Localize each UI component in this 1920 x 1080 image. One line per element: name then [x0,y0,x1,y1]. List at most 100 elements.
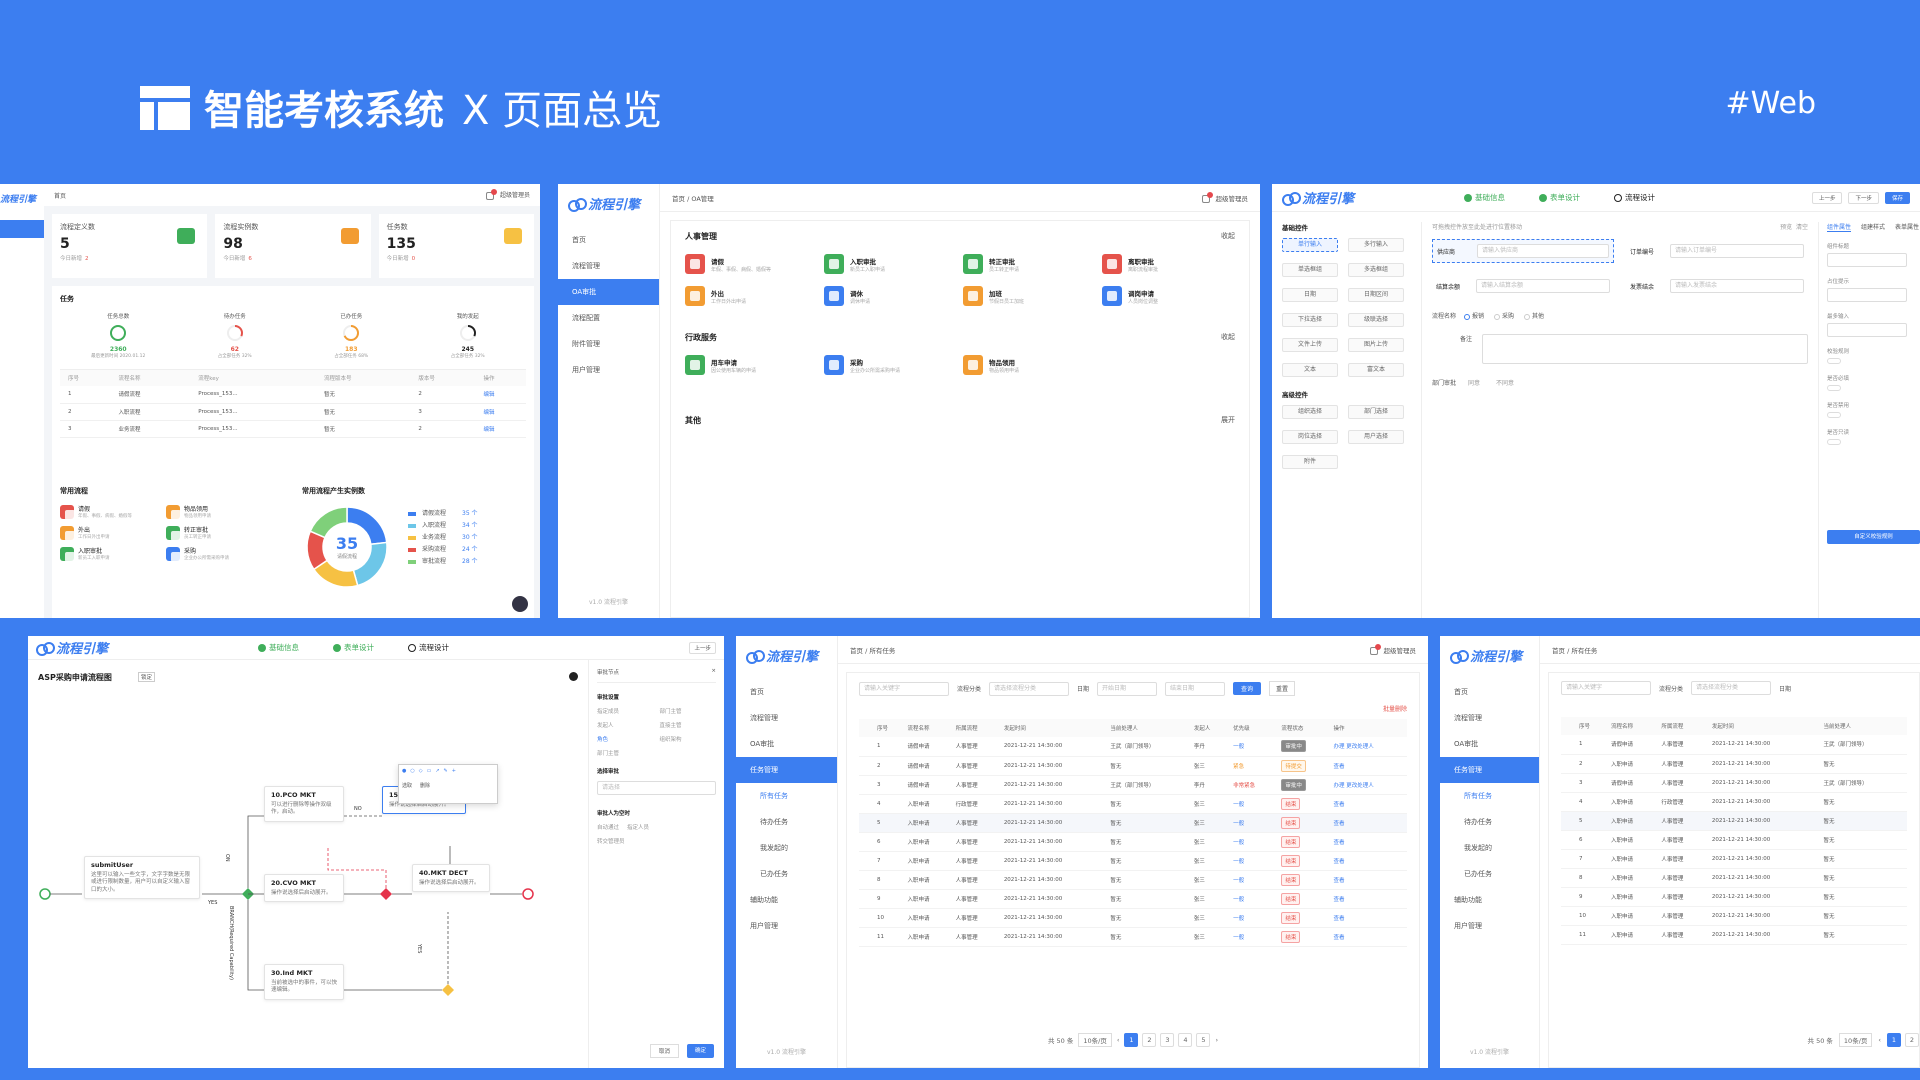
sidebar-item[interactable]: 用户管理 [558,357,659,383]
oa-app-item[interactable]: 用车申请 因公使用车辆的申请 [685,355,818,375]
common-process-item[interactable]: 请假 年假、事假、病假、婚假等 [60,504,160,520]
row-checkbox[interactable] [1561,792,1575,811]
end-date-input[interactable]: 结束日期 [1165,681,1226,696]
page-number[interactable]: 3 [1160,1033,1175,1047]
sidebar-item[interactable]: 所有任务 [736,783,837,809]
panel-option[interactable]: 组织架构 [660,735,717,743]
expand-other[interactable]: 展开 [1221,415,1235,426]
sidebar-item[interactable]: 用户管理 [736,913,837,939]
collapse-hr[interactable]: 收起 [1221,231,1235,242]
control-item[interactable]: 组织选择 [1282,405,1338,419]
form-step-button[interactable]: 保存 [1884,191,1910,204]
avatar[interactable] [512,596,528,612]
select-all-checkbox[interactable] [859,719,873,737]
oa-app-item[interactable]: 离职审批 离职流程审批 [1102,254,1235,274]
radio-option[interactable]: 其他 [1524,311,1544,320]
radio-option[interactable]: 报销 [1464,311,1484,320]
control-item[interactable]: 多行输入 [1348,238,1404,252]
prop-input[interactable] [1827,358,1841,364]
step-item[interactable]: 流程设计 [408,642,449,653]
field-input[interactable]: 请输入结算余额 [1476,279,1610,293]
oa-app-item[interactable]: 采购 企业办公所需采购申请 [824,355,957,375]
control-item[interactable]: 级联选择 [1348,313,1404,327]
control-item[interactable]: 图片上传 [1348,338,1404,352]
row-checkbox[interactable] [859,737,873,756]
prop-tab[interactable]: 组件属性 [1827,222,1852,232]
sidebar-item[interactable]: 附件管理 [558,331,659,357]
row-action-link[interactable]: 查看 [1330,832,1408,851]
prev-button[interactable]: 上一步 [689,641,716,654]
per-page-select[interactable]: 10条/页 [1838,1033,1873,1047]
row-checkbox[interactable] [859,794,873,813]
page-number[interactable]: 2 [1905,1033,1919,1047]
panel-option[interactable]: 部门主管 [660,707,717,715]
common-process-item[interactable]: 入职审批 新员工入职申请 [60,546,160,562]
row-checkbox[interactable] [859,927,873,946]
per-page-select[interactable]: 10条/页 [1078,1033,1112,1047]
step-item[interactable]: 基础信息 [258,642,299,653]
prop-tab[interactable]: 组建样式 [1861,222,1885,232]
sidebar-item[interactable]: 流程管理 [736,705,837,731]
control-item[interactable]: 多选框组 [1348,263,1404,277]
flow-node[interactable]: 40.MKT DECT 操作说选择后启动展开。 [412,864,490,893]
row-checkbox[interactable] [1561,735,1575,754]
cancel-button[interactable]: 取消 [649,1044,679,1058]
page-number[interactable]: 2 [1142,1033,1157,1047]
sidebar-item[interactable]: 任务管理 [1440,757,1539,783]
row-action-link[interactable]: 查看 [1330,927,1408,946]
category-select[interactable]: 请选择流程分类 [989,681,1070,696]
control-item[interactable]: 部门选择 [1348,405,1404,419]
page-number[interactable]: 1 [1124,1033,1139,1047]
common-process-item[interactable]: 外出 工作日外出申请 [60,525,160,541]
form-step-button[interactable]: 上一步 [1811,191,1843,204]
user-menu[interactable]: 超级管理员 [1384,647,1417,655]
page-number[interactable]: 5 [1196,1033,1211,1047]
control-item[interactable]: 单行输入 [1282,238,1338,252]
edit-link[interactable]: 编辑 [475,420,526,437]
sidebar-item[interactable]: 已办任务 [736,861,837,887]
search-input[interactable]: 请输入关键字 [1561,681,1651,695]
oa-app-item[interactable]: 物品领用 物品领用申请 [963,355,1096,375]
bell-icon[interactable] [485,188,497,200]
popup-delete[interactable]: 删除 [420,782,430,789]
row-checkbox[interactable] [859,775,873,794]
sidebar-item[interactable]: 任务管理 [736,757,837,783]
sidebar-item[interactable]: 辅助功能 [736,887,837,913]
oa-app-item[interactable]: 转正审批 员工转正申请 [963,254,1096,274]
custom-rule-button[interactable]: 自定义校验规则 [1827,530,1920,544]
user-menu[interactable]: 超级管理员 [1216,195,1249,203]
oa-app-item[interactable]: 外出 工作日外出申请 [685,286,818,306]
panel-option[interactable]: 直接主管 [660,721,717,729]
sidebar-item[interactable]: 辅助功能 [1440,887,1539,913]
edit-link[interactable]: 编辑 [475,386,526,403]
control-item[interactable]: 岗位选择 [1282,430,1338,444]
sidebar-item[interactable]: 待办任务 [736,809,837,835]
form-step-button[interactable]: 下一步 [1848,191,1879,204]
row-checkbox[interactable] [859,908,873,927]
sidebar-active-item[interactable] [0,220,44,238]
bell-icon[interactable] [1369,643,1381,655]
common-process-item[interactable]: 物品领用 物品领用申请 [166,504,266,520]
query-button[interactable]: 查询 [1233,682,1262,695]
panel-option[interactable]: 发起人 [597,721,654,729]
row-action-link[interactable]: 查看 [1330,851,1408,870]
sidebar-item[interactable]: OA审批 [1440,731,1539,757]
collapse-admin[interactable]: 收起 [1221,332,1235,343]
control-item[interactable]: 文件上传 [1282,338,1338,352]
dept-option[interactable]: 不同意 [1496,378,1514,387]
sidebar-item[interactable]: 待办任务 [1440,809,1539,835]
prop-input[interactable] [1827,385,1841,391]
panel-option[interactable]: 角色 [597,735,654,743]
prop-input[interactable] [1827,412,1841,418]
row-checkbox[interactable] [1561,925,1575,944]
search-input[interactable]: 请输入关键字 [859,681,949,696]
prop-tab[interactable]: 表单属性 [1895,222,1919,232]
field-input[interactable]: 请输入订单编号 [1670,244,1804,258]
row-action-link[interactable]: 办理 更改处理人 [1330,737,1408,756]
control-item[interactable]: 下拉选择 [1282,313,1338,327]
row-checkbox[interactable] [1561,773,1575,792]
row-checkbox[interactable] [1561,887,1575,906]
flow-node[interactable]: submitUser 这里可以输入一些文字，文字字数是无限或进行限制数量，用户可以… [84,856,200,900]
row-action-link[interactable]: 办理 更改处理人 [1330,775,1408,794]
prop-input[interactable] [1827,288,1907,302]
